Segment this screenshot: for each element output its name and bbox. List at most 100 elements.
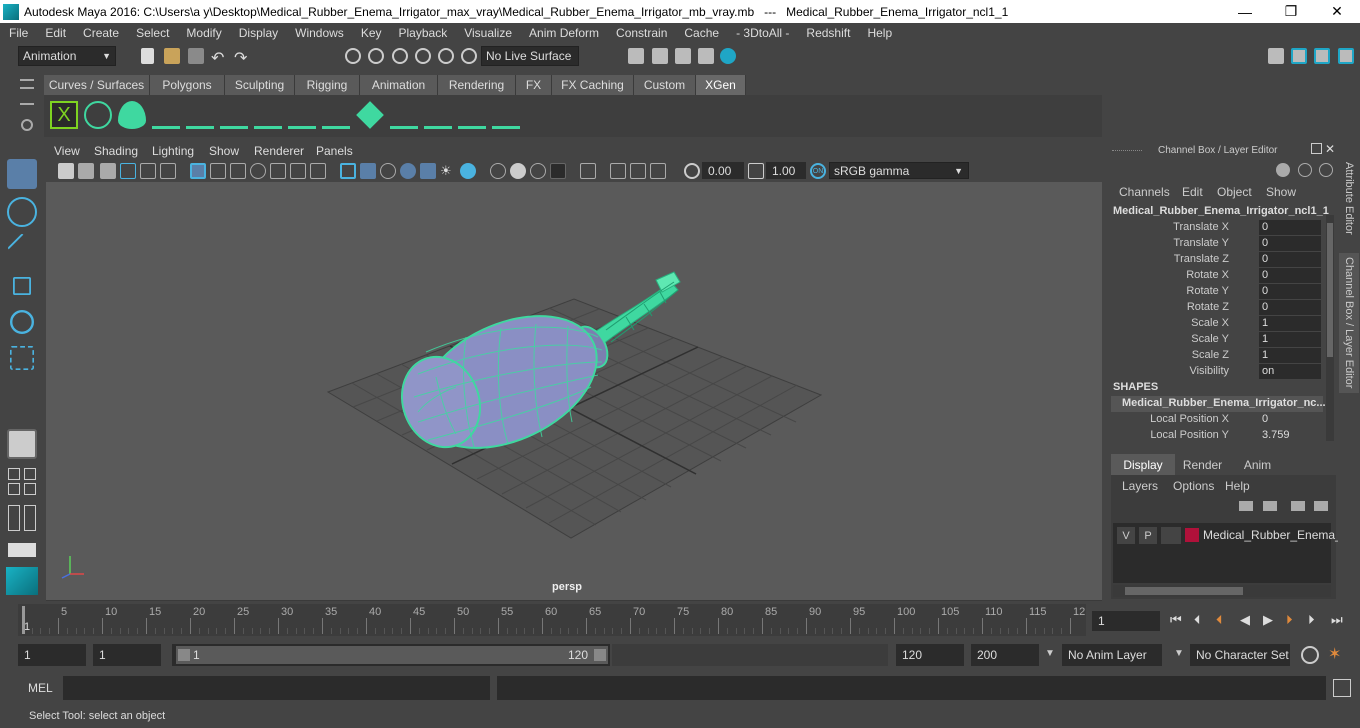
channel-value[interactable]: 0 [1259, 300, 1321, 315]
layer-name[interactable]: Medical_Rubber_Enema_ [1203, 528, 1342, 542]
menu-file[interactable]: File [0, 26, 36, 40]
wireframe-on-shaded-icon[interactable] [400, 163, 416, 179]
channel-value[interactable]: 0 [1259, 236, 1321, 251]
open-scene-icon[interactable] [164, 48, 180, 64]
manipulator-icon[interactable] [1276, 163, 1290, 177]
colorspace-dropdown[interactable]: sRGB gamma ▼ [829, 162, 969, 179]
xray-joints-icon[interactable] [650, 163, 666, 179]
channel-row[interactable]: Rotate Y 0 [1104, 284, 1324, 300]
menu-constrain[interactable]: Constrain [607, 26, 675, 40]
snap-view-icon[interactable] [415, 48, 431, 64]
range-end-grip-icon[interactable] [594, 649, 606, 661]
tab-fx-caching[interactable]: FX Caching [552, 75, 634, 95]
motion-blur-icon[interactable] [510, 163, 526, 179]
minimize-button[interactable]: — [1222, 0, 1268, 23]
script-editor-icon[interactable] [1333, 679, 1351, 697]
snap-curve-icon[interactable] [368, 48, 384, 64]
play-backwards-icon[interactable]: ◀ [1240, 612, 1250, 628]
channel-name[interactable]: Translate X [1173, 221, 1229, 233]
tab-channel-box-layer-editor[interactable]: Channel Box / Layer Editor [1339, 253, 1359, 393]
move-tool-icon[interactable] [13, 277, 31, 295]
channel-name[interactable]: Rotate Z [1187, 301, 1229, 313]
modeling-toolkit-icon[interactable] [1291, 48, 1307, 64]
channel-name[interactable]: Scale X [1191, 317, 1229, 329]
live-surface-field[interactable]: No Live Surface [481, 46, 579, 66]
maximize-button[interactable]: ❐ [1268, 0, 1314, 23]
xgen-add-spline-icon[interactable] [220, 101, 248, 129]
channel-name[interactable]: Scale Z [1192, 349, 1229, 361]
new-scene-icon[interactable] [141, 48, 154, 64]
vp-menu-lighting[interactable]: Lighting [152, 144, 194, 158]
tab-sculpting[interactable]: Sculpting [225, 75, 295, 95]
tab-xgen[interactable]: XGen [696, 75, 746, 95]
2d-pan-zoom-icon[interactable] [140, 163, 156, 179]
menu-playback[interactable]: Playback [390, 26, 456, 40]
current-frame-field[interactable]: 1 [1092, 611, 1160, 631]
tab-curves-surfaces[interactable]: Curves / Surfaces [44, 75, 150, 95]
layer-hscroll-thumb[interactable] [1125, 587, 1243, 595]
camera-select-icon[interactable] [58, 163, 74, 179]
snap-surface-icon[interactable] [438, 48, 454, 64]
vp-menu-show[interactable]: Show [209, 144, 239, 158]
single-perspective-layout-icon[interactable] [7, 429, 37, 459]
xray-active-icon[interactable] [630, 163, 646, 179]
cb-menu-channels[interactable]: Channels [1119, 185, 1170, 199]
render-frame-icon[interactable] [652, 48, 668, 64]
channel-name[interactable]: Translate Z [1174, 253, 1229, 265]
go-to-start-icon[interactable]: ⏮ [1170, 612, 1182, 628]
layer-tab-render[interactable]: Render [1175, 454, 1230, 475]
field-chart-icon[interactable] [270, 163, 286, 179]
step-forward-frame-icon[interactable]: ⏵ [1308, 612, 1315, 628]
perspective-viewport[interactable]: persp [46, 182, 1102, 600]
channel-name[interactable]: Rotate Y [1186, 285, 1229, 297]
menu-display[interactable]: Display [230, 26, 286, 40]
shadows-icon[interactable] [460, 163, 476, 179]
gamma-icon[interactable] [748, 163, 764, 179]
layer-menu-help[interactable]: Help [1225, 479, 1250, 493]
camera-attributes-icon[interactable] [78, 163, 94, 179]
channel-name[interactable]: Visibility [1189, 365, 1229, 377]
paint-select-tool-icon[interactable] [7, 233, 37, 263]
anti-aliasing-icon[interactable] [530, 163, 546, 179]
wireframe-icon[interactable] [340, 163, 356, 179]
safe-action-icon[interactable] [290, 163, 306, 179]
new-layer-icon[interactable] [1291, 501, 1305, 511]
vp-menu-panels[interactable]: Panels [316, 144, 353, 158]
channel-name[interactable]: Rotate X [1186, 269, 1229, 281]
channel-row[interactable]: Visibility on [1104, 364, 1324, 380]
scene-start-field[interactable]: 1 [18, 644, 86, 666]
exposure-field[interactable]: 0.00 [702, 162, 744, 179]
xgen-sculpt-guide-icon[interactable] [322, 101, 350, 129]
two-view-layout-icon[interactable] [8, 483, 20, 495]
ambient-occlusion-icon[interactable] [490, 163, 506, 179]
lasso-tool-icon[interactable] [7, 197, 37, 227]
layer-playback-toggle[interactable]: P [1139, 527, 1157, 544]
range-slider[interactable]: 1 120 [172, 644, 610, 666]
time-slider[interactable]: 5 10 15 20 25 30 35 40 45 50 55 60 65 70 75 80 85 90 95 100… [0, 602, 1360, 638]
xray-icon[interactable] [610, 163, 626, 179]
tab-custom[interactable]: Custom [634, 75, 696, 95]
tab-fx[interactable]: FX [516, 75, 552, 95]
bookmark-icon[interactable] [100, 163, 116, 179]
xgen-toggle-guide-icon[interactable] [254, 101, 282, 129]
menu-3dtoall[interactable]: - 3DtoAll - [727, 26, 797, 40]
playback-end-field[interactable]: 120 [896, 644, 964, 666]
layer-tab-anim[interactable]: Anim [1230, 454, 1285, 475]
channel-name[interactable]: Translate Y [1173, 237, 1229, 249]
smooth-shade-icon[interactable] [360, 163, 376, 179]
channel-row[interactable]: Translate Y 0 [1104, 236, 1324, 252]
menu-create[interactable]: Create [74, 26, 127, 40]
shape-channel-name[interactable]: Local Position Y [1150, 429, 1229, 441]
xgen-place-guide-icon[interactable] [186, 101, 214, 129]
panel-grip-icon[interactable] [1112, 150, 1142, 152]
chevron-down-icon[interactable]: ▼ [1174, 648, 1184, 659]
hypershade-icon[interactable] [720, 48, 736, 64]
xgen-comb-icon[interactable] [424, 101, 452, 129]
xgen-editor-icon[interactable]: X [50, 101, 78, 129]
snap-point-icon[interactable] [392, 48, 408, 64]
shape-channel-name[interactable]: Local Position X [1150, 413, 1229, 425]
panel-layout-icon[interactable] [8, 543, 36, 557]
anim-layer-dropdown[interactable]: No Anim Layer [1062, 644, 1162, 666]
vp-menu-renderer[interactable]: Renderer [254, 144, 304, 158]
scale-tool-icon[interactable] [10, 346, 34, 370]
